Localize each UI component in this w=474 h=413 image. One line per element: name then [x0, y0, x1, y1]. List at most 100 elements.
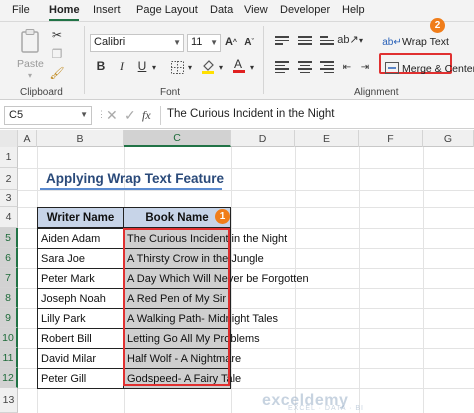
- gridline: [423, 147, 424, 413]
- tab-page-layout[interactable]: Page Layout: [136, 4, 198, 16]
- header-writer-name[interactable]: Writer Name: [37, 207, 124, 228]
- merge-center-icon[interactable]: [385, 61, 399, 75]
- column-header-f[interactable]: F: [359, 130, 423, 147]
- cancel-icon[interactable]: ✕: [106, 107, 118, 124]
- align-right-icon[interactable]: [320, 61, 334, 75]
- font-name-dropdown[interactable]: Calibri ▼: [90, 34, 184, 52]
- row-header-13[interactable]: 13: [0, 388, 18, 413]
- column-header-d[interactable]: D: [231, 130, 295, 147]
- align-top-icon[interactable]: [275, 36, 289, 47]
- writer-cell[interactable]: Lilly Park: [37, 308, 124, 329]
- tab-insert[interactable]: Insert: [93, 4, 121, 16]
- book-cell[interactable]: A Day Which Will Never be Forgotten: [123, 268, 309, 289]
- chevron-down-icon[interactable]: ▾: [150, 60, 158, 74]
- book-cell[interactable]: A Red Pen of My Sir: [123, 288, 231, 309]
- column-header-e[interactable]: E: [295, 130, 359, 147]
- tab-home[interactable]: Home: [49, 4, 80, 16]
- underline-icon[interactable]: U: [135, 59, 149, 73]
- book-cell-text: A Red Pen of My Sir: [127, 292, 227, 305]
- chevron-down-icon[interactable]: ▾: [357, 34, 365, 46]
- row-header-3[interactable]: 3: [0, 190, 18, 207]
- column-header-g[interactable]: G: [423, 130, 474, 147]
- name-box[interactable]: C5 ▼: [4, 106, 92, 125]
- book-cell[interactable]: Half Wolf - A Nightmare: [123, 348, 241, 369]
- align-middle-icon[interactable]: [298, 36, 312, 47]
- font-color-icon[interactable]: A: [232, 57, 246, 74]
- merge-center-button[interactable]: Merge & Center: [402, 63, 474, 75]
- tab-view[interactable]: View: [244, 4, 268, 16]
- decrease-font-icon[interactable]: Aˇ: [242, 35, 256, 49]
- writer-cell[interactable]: Robert Bill: [37, 328, 124, 349]
- font-size-dropdown[interactable]: 11 ▼: [187, 34, 221, 52]
- chevron-down-icon[interactable]: ▾: [217, 60, 225, 74]
- row-header-1[interactable]: 1: [0, 147, 18, 168]
- chevron-down-icon[interactable]: ▾: [186, 60, 194, 74]
- formula-input[interactable]: The Curious Incident in the Night: [160, 106, 470, 125]
- gridline: [359, 147, 360, 413]
- writer-cell[interactable]: Peter Mark: [37, 268, 124, 289]
- writer-cell[interactable]: Aiden Adam: [37, 228, 124, 249]
- align-left-icon[interactable]: [275, 61, 289, 75]
- book-cell-text: Godspeed- A Fairy Tale: [127, 372, 242, 385]
- book-cell[interactable]: Godspeed- A Fairy Tale: [123, 368, 241, 389]
- font-size-value: 11: [191, 36, 203, 48]
- cut-icon[interactable]: ✂: [50, 28, 64, 42]
- column-header-b[interactable]: B: [37, 130, 124, 147]
- tab-developer[interactable]: Developer: [280, 4, 330, 16]
- row-header-4[interactable]: 4: [0, 207, 18, 228]
- tab-help[interactable]: Help: [342, 4, 365, 16]
- chevron-down-icon: ▼: [173, 38, 181, 47]
- book-cell-text: A Thirsty Crow in the Jungle: [127, 252, 264, 265]
- book-cell[interactable]: The Curious Incident in the Night: [123, 228, 287, 249]
- column-headers: A B C D E F G: [0, 130, 474, 147]
- row-header-8[interactable]: 8: [0, 288, 18, 308]
- watermark-tagline: EXCEL · DATA · BI: [288, 405, 364, 412]
- decrease-indent-icon[interactable]: ⇤: [340, 60, 354, 74]
- chevron-down-icon[interactable]: ▾: [248, 60, 256, 74]
- wrap-text-button[interactable]: Wrap Text: [402, 36, 449, 48]
- borders-icon[interactable]: [170, 60, 184, 74]
- book-cell[interactable]: Letting Go All My Problems: [123, 328, 260, 349]
- increase-indent-icon[interactable]: ⇥: [358, 60, 372, 74]
- row-header-2[interactable]: 2: [0, 168, 18, 190]
- enter-icon[interactable]: ✓: [124, 107, 136, 124]
- column-header-a[interactable]: A: [18, 130, 37, 147]
- orientation-icon[interactable]: ab↗: [337, 32, 358, 46]
- book-cell[interactable]: A Walking Path- Midnight Tales: [123, 308, 278, 329]
- writer-cell[interactable]: Sara Joe: [37, 248, 124, 269]
- writer-cell[interactable]: David Milar: [37, 348, 124, 369]
- increase-font-icon[interactable]: A ^: [224, 35, 238, 49]
- row-header-6[interactable]: 6: [0, 248, 18, 268]
- insert-function-icon[interactable]: fx: [142, 108, 151, 123]
- row-header-7[interactable]: 7: [0, 268, 18, 288]
- row-header-11[interactable]: 11: [0, 348, 18, 368]
- book-cell[interactable]: A Thirsty Crow in the Jungle: [123, 248, 264, 269]
- book-cell-text: Letting Go All My Problems: [127, 332, 260, 345]
- align-bottom-icon[interactable]: [320, 36, 334, 47]
- gridline: [18, 190, 474, 191]
- fill-color-icon[interactable]: [201, 58, 215, 74]
- writer-cell[interactable]: Peter Gill: [37, 368, 124, 389]
- paste-icon[interactable]: [18, 28, 42, 54]
- book-cell-text: The Curious Incident in the Night: [127, 232, 288, 245]
- menu-bar: File Home Insert Page Layout Data View D…: [0, 0, 474, 22]
- chevron-down-icon[interactable]: ▾: [25, 70, 35, 80]
- gridline: [18, 168, 474, 169]
- copy-icon[interactable]: ❐: [50, 47, 64, 61]
- italic-icon[interactable]: I: [115, 59, 129, 73]
- writer-cell[interactable]: Joseph Noah: [37, 288, 124, 309]
- alignment-group-label: Alignment: [354, 87, 399, 98]
- row-header-10[interactable]: 10: [0, 328, 18, 348]
- wrap-text-icon[interactable]: ab↵: [382, 35, 402, 49]
- format-painter-icon[interactable]: 🖌: [49, 66, 64, 80]
- align-center-icon[interactable]: [298, 61, 312, 75]
- row-header-12[interactable]: 12: [0, 368, 18, 388]
- row-header-5[interactable]: 5: [0, 228, 18, 248]
- tab-file[interactable]: File: [12, 4, 30, 16]
- column-header-c[interactable]: C: [124, 130, 231, 147]
- bold-icon[interactable]: B: [94, 59, 108, 73]
- tab-data[interactable]: Data: [210, 4, 233, 16]
- formula-bar: C5 ▼ ⋮ ✕ ✓ fx The Curious Incident in th…: [0, 103, 474, 129]
- select-all-corner[interactable]: [0, 130, 18, 147]
- row-header-9[interactable]: 9: [0, 308, 18, 328]
